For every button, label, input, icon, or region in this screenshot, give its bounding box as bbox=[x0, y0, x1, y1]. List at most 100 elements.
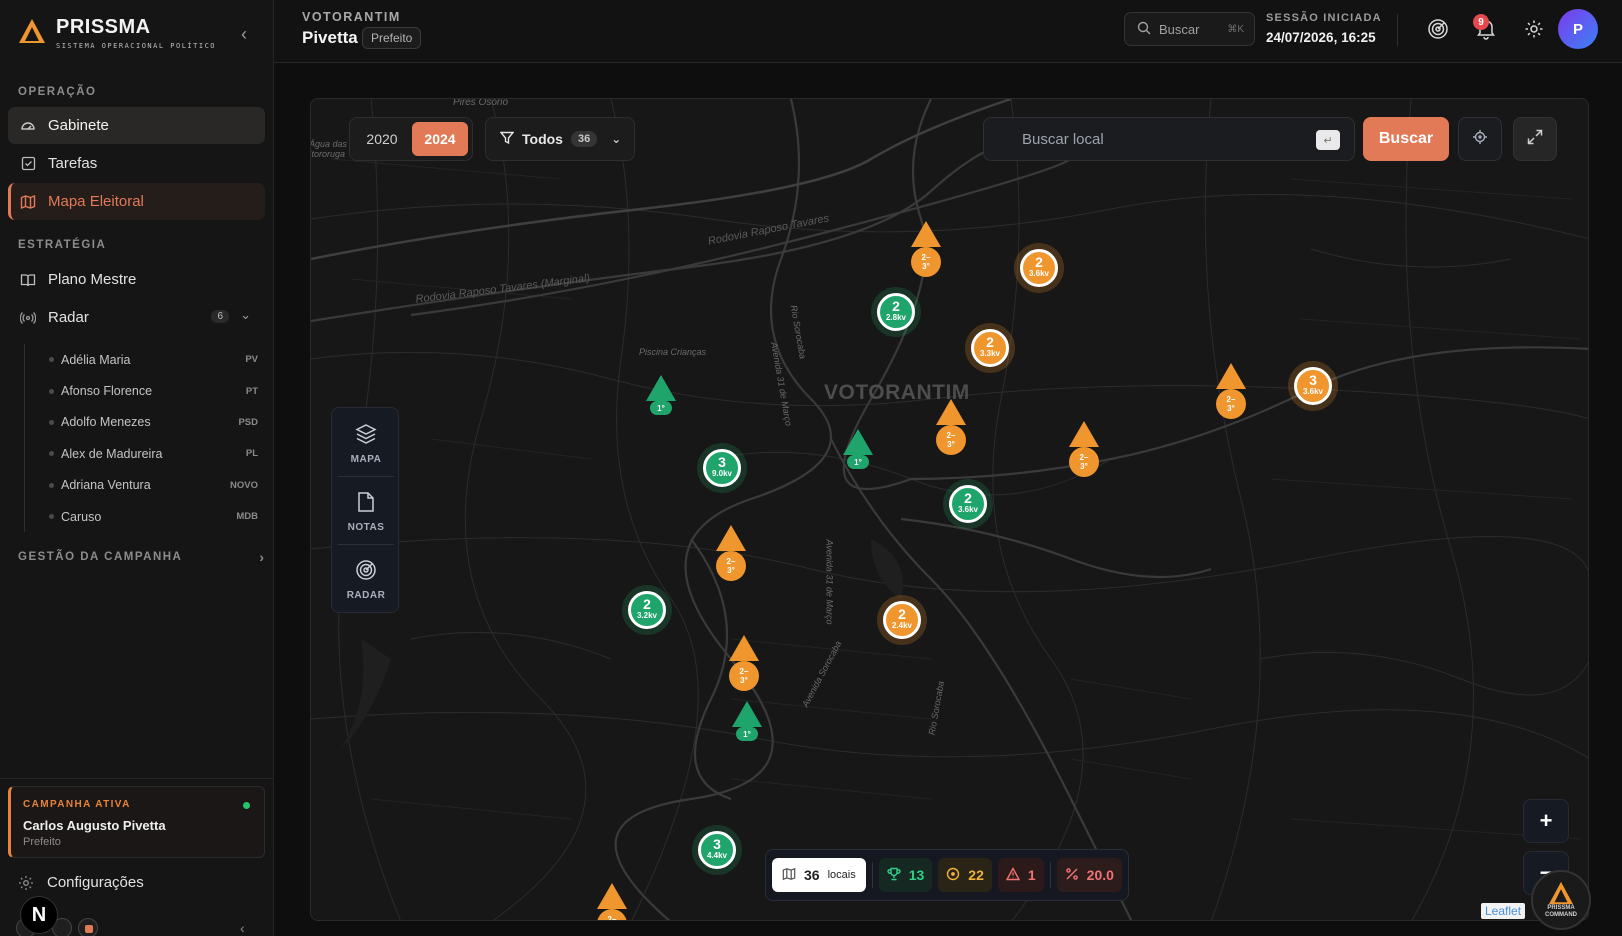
record-button[interactable] bbox=[78, 918, 98, 936]
top-header: VOTORANTIM Pivetta Prefeito Buscar ⌘K SE… bbox=[274, 0, 1622, 63]
section-gestao-label: GESTÃO DA CAMPANHA bbox=[18, 551, 183, 563]
radar-icon[interactable] bbox=[1426, 16, 1450, 42]
electoral-map[interactable]: Pires Osório Água das Itororuga Rodovia … bbox=[310, 98, 1589, 921]
layers-icon bbox=[355, 423, 377, 448]
nav-tarefas[interactable]: Tarefas bbox=[8, 145, 265, 182]
session-value: 24/07/2026, 16:25 bbox=[1266, 30, 1376, 45]
map-cluster[interactable]: 2 3.6kv bbox=[1014, 243, 1064, 293]
marker-rank-text: 2– 3° bbox=[946, 431, 956, 449]
bullet-icon bbox=[49, 514, 54, 520]
cluster-votes: 2.4kv bbox=[891, 621, 913, 630]
locate-button[interactable] bbox=[1458, 117, 1502, 161]
nav-configuracoes[interactable]: Configurações bbox=[18, 874, 144, 891]
layer-mapa-button[interactable]: MAPA bbox=[336, 412, 396, 476]
marker-rank-label: 1° bbox=[847, 455, 869, 469]
cluster-badge: 2 3.6kv bbox=[1020, 249, 1058, 287]
chevron-left-icon: ‹ bbox=[241, 24, 247, 44]
map-cluster[interactable]: 3 9.0kv bbox=[697, 443, 747, 493]
radar-item[interactable]: Alex de Madureira PL bbox=[25, 438, 258, 469]
nav-mapa-eleitoral[interactable]: Mapa Eleitoral bbox=[8, 183, 265, 220]
nav-radar-label: Radar bbox=[48, 309, 89, 326]
radar-item[interactable]: Afonso Florence PT bbox=[25, 375, 258, 406]
radar-item[interactable]: Adriana Ventura NOVO bbox=[25, 470, 258, 501]
leaflet-attribution[interactable]: Leaflet bbox=[1481, 903, 1526, 919]
map-cluster[interactable]: 2 3.2kv bbox=[622, 585, 672, 635]
stat-wins[interactable]: 13 bbox=[878, 858, 933, 892]
filter-button[interactable]: Todos 36 ⌄ bbox=[485, 117, 635, 161]
cluster-badge: 2 3.2kv bbox=[628, 591, 666, 629]
zoom-in-button[interactable]: + bbox=[1523, 799, 1569, 843]
radar-item-name: Alex de Madureira bbox=[61, 446, 163, 461]
cluster-count: 3 bbox=[1309, 372, 1317, 388]
layer-radar-button[interactable]: RADAR bbox=[336, 548, 396, 612]
nav-plano-mestre[interactable]: Plano Mestre bbox=[8, 261, 265, 298]
nav-mapa-eleitoral-label: Mapa Eleitoral bbox=[48, 193, 144, 210]
map-cluster[interactable]: 3 4.4kv bbox=[692, 825, 742, 875]
nav-gabinete[interactable]: Gabinete bbox=[8, 107, 265, 144]
radar-item-party: NOVO bbox=[230, 479, 258, 491]
map-label-agua: Água das Itororuga bbox=[310, 139, 348, 159]
year-2024-button[interactable]: 2024 bbox=[412, 122, 468, 156]
notification-count: 9 bbox=[1473, 14, 1489, 30]
map-cluster[interactable]: 2 3.6kv bbox=[943, 479, 993, 529]
radar-item[interactable]: Adolfo Menezes PSD bbox=[25, 407, 258, 438]
expand-icon bbox=[1527, 129, 1543, 150]
stat-locais[interactable]: 36 locais bbox=[772, 858, 866, 892]
marker-rank-text: 2– 3° bbox=[1079, 453, 1089, 471]
role-badge: Prefeito bbox=[362, 27, 422, 49]
cluster-votes: 3.3kv bbox=[979, 349, 1001, 358]
chevron-down-icon[interactable]: ⌄ bbox=[240, 307, 251, 323]
radar-icon bbox=[355, 559, 377, 584]
search-shortcut: ⌘K bbox=[1227, 23, 1244, 35]
fullscreen-button[interactable] bbox=[1513, 117, 1557, 161]
radar-item[interactable]: Caruso MDB bbox=[25, 501, 258, 532]
stat-locais-count: 36 bbox=[804, 867, 820, 883]
map-cluster[interactable]: 3 3.6kv bbox=[1288, 361, 1338, 411]
gear-icon[interactable] bbox=[1522, 16, 1546, 42]
map-label-piscina: Piscina Crianças bbox=[639, 347, 707, 357]
status-dot-icon bbox=[243, 802, 250, 809]
map-label-avenida-31-south: Avenida 31 de Março bbox=[824, 539, 835, 625]
warning-icon bbox=[1005, 866, 1021, 884]
prissma-command-button[interactable]: PRISSMA COMMAND bbox=[1531, 870, 1591, 930]
nav-tarefas-label: Tarefas bbox=[48, 155, 98, 172]
layer-notas-button[interactable]: NOTAS bbox=[336, 480, 396, 544]
brand-name: PRISSMA bbox=[56, 16, 151, 38]
marker-rank-text: 2– 3° bbox=[921, 253, 931, 271]
prissma-logo-icon bbox=[1549, 881, 1573, 905]
local-search-input[interactable]: Buscar local ↵ bbox=[983, 117, 1355, 161]
nav-configuracoes-label: Configurações bbox=[47, 874, 144, 891]
avatar[interactable]: P bbox=[1558, 9, 1598, 49]
radar-item-name: Adolfo Menezes bbox=[61, 415, 151, 430]
radar-item[interactable]: Adélia Maria PV bbox=[25, 344, 258, 375]
section-gestao-campanha[interactable]: GESTÃO DA CAMPANHA › bbox=[18, 549, 264, 565]
next-dev-badge[interactable]: N bbox=[20, 896, 58, 934]
buscar-button[interactable]: Buscar bbox=[1363, 117, 1449, 161]
marker-rank-label: 2– 3° bbox=[729, 661, 759, 691]
marker-rank-text: 2– 3° bbox=[739, 667, 749, 685]
cluster-votes: 3.6kv bbox=[957, 505, 979, 514]
stats-bar: 36 locais 13 22 1 20.0 bbox=[765, 849, 1129, 901]
map-cluster[interactable]: 2 2.4kv bbox=[877, 595, 927, 645]
chevron-left-icon[interactable]: ‹ bbox=[240, 920, 245, 936]
radar-item-name: Adélia Maria bbox=[61, 352, 131, 367]
triangle-marker-icon bbox=[716, 525, 746, 551]
stat-second[interactable]: 22 bbox=[938, 858, 992, 892]
cluster-badge: 3 9.0kv bbox=[703, 449, 741, 487]
collapse-sidebar-button[interactable]: ‹ bbox=[236, 24, 252, 44]
map-icon bbox=[20, 194, 36, 210]
brand-subtitle: SISTEMA OPERACIONAL POLÍTICO bbox=[56, 42, 217, 50]
map-cluster[interactable]: 2 2.8kv bbox=[871, 287, 921, 337]
brand[interactable]: PRISSMA SISTEMA OPERACIONAL POLÍTICO bbox=[18, 16, 216, 50]
stat-alerts[interactable]: 1 bbox=[997, 858, 1044, 892]
stat-rate[interactable]: 20.0 bbox=[1056, 858, 1122, 892]
nav-radar[interactable]: Radar 6 ⌄ bbox=[8, 299, 265, 336]
layer-divider bbox=[338, 544, 394, 545]
sidebar: PRISSMA SISTEMA OPERACIONAL POLÍTICO ‹ O… bbox=[0, 0, 274, 936]
cluster-badge: 2 3.6kv bbox=[949, 485, 987, 523]
map-cluster[interactable]: 2 3.3kv bbox=[965, 323, 1015, 373]
active-campaign-card[interactable]: CAMPANHA ATIVA Carlos Augusto Pivetta Pr… bbox=[8, 786, 265, 858]
year-2020-button[interactable]: 2020 bbox=[354, 122, 410, 156]
global-search[interactable]: Buscar ⌘K bbox=[1124, 12, 1255, 46]
command-line1: PRISSMA bbox=[1547, 905, 1575, 911]
